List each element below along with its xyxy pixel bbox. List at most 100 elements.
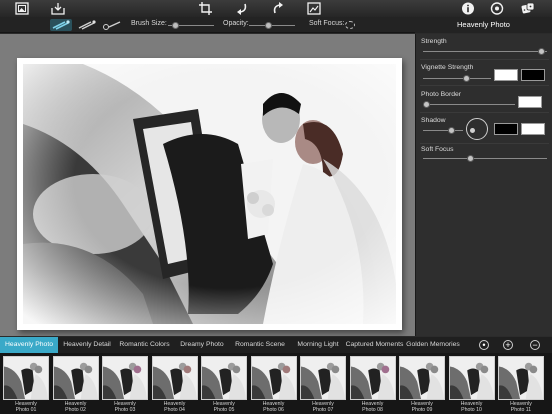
preset-thumbnail[interactable]: Heavenly Photo 04 <box>151 356 198 414</box>
settings-icon[interactable] <box>490 2 504 15</box>
panel-divider <box>420 112 549 113</box>
crop-icon[interactable] <box>199 2 213 15</box>
preset-thumbnail-image <box>201 356 247 400</box>
preset-thumbnail-image <box>151 356 198 400</box>
preset-thumbnail-label: Heavenly Photo 08 <box>350 401 396 413</box>
edited-photo[interactable] <box>23 64 396 324</box>
brush-size-label: Brush Size: <box>131 20 167 27</box>
preset-thumbnail-strip: Heavenly Photo 01 Heavenly Photo 02 Heavenly… <box>0 353 552 414</box>
preset-thumbnail-label: Heavenly Photo 04 <box>152 401 198 413</box>
tab-golden-memories[interactable]: Golden Memories <box>405 337 461 353</box>
brush-size-slider[interactable] <box>168 22 214 29</box>
photo-border-slider-knob[interactable] <box>423 101 430 108</box>
soft-focus-brush-icon[interactable] <box>345 21 355 29</box>
strength-slider-knob[interactable] <box>537 48 545 55</box>
photo-frame <box>17 58 402 330</box>
soft-focus-slider[interactable] <box>423 155 547 162</box>
tab-dreamy-photo[interactable]: Dreamy Photo <box>176 337 228 353</box>
photo-border-slider[interactable] <box>423 101 515 108</box>
undo-icon[interactable] <box>235 2 249 15</box>
brush-soft-icon[interactable] <box>102 19 124 31</box>
top-toolbar <box>0 0 552 17</box>
tab-captured-moments[interactable]: Captured Moments <box>345 337 404 353</box>
preset-thumbnail-label-line2: Photo 10 <box>461 407 482 413</box>
shadow-color-swatch-white[interactable] <box>521 123 545 135</box>
preset-category-tabs: Heavenly Photo Heavenly Detail Romantic … <box>0 337 552 353</box>
brush-erase-icon[interactable] <box>76 19 98 31</box>
brush-size-slider-knob[interactable] <box>171 22 179 29</box>
panel-divider <box>420 59 549 60</box>
preset-thumbnail[interactable]: Heavenly Photo 09 <box>399 356 445 414</box>
preset-thumbnail-label-line2: Photo 07 <box>312 407 334 413</box>
remove-preset-icon[interactable]: − <box>530 340 540 350</box>
redo-icon[interactable] <box>271 2 285 15</box>
preset-thumbnail[interactable]: Heavenly Photo 07 <box>300 356 346 414</box>
preset-thumbnail-label-line2: Photo 05 <box>213 407 235 413</box>
preset-thumbnail-label-line2: Photo 09 <box>411 407 433 413</box>
preset-thumbnail-image <box>300 356 346 400</box>
tab-morning-light[interactable]: Morning Light <box>293 337 343 353</box>
preset-thumbnail-label-line2: Photo 03 <box>114 407 136 413</box>
tab-heavenly-photo[interactable]: Heavenly Photo <box>0 337 58 353</box>
opacity-slider-knob[interactable] <box>264 22 272 29</box>
photo-border-label: Photo Border <box>421 91 462 98</box>
preset-thumbnail-image <box>3 356 49 400</box>
preset-thumbnail-label-line2: Photo 04 <box>164 407 185 413</box>
editing-canvas[interactable] <box>0 34 415 336</box>
panel-divider <box>420 85 549 86</box>
preset-thumbnail-label: Heavenly Photo 06 <box>251 401 297 413</box>
tab-romantic-scene[interactable]: Romantic Scene <box>231 337 289 353</box>
tab-heavenly-detail[interactable]: Heavenly Detail <box>59 337 115 353</box>
preset-thumbnail-image <box>448 356 495 400</box>
preset-options-icon[interactable]: • <box>479 340 489 350</box>
preset-thumbnail-image <box>498 356 544 400</box>
preset-thumbnail-label-line2: Photo 02 <box>65 407 86 413</box>
preset-thumbnail[interactable]: Heavenly Photo 11 <box>498 356 544 414</box>
strength-slider[interactable] <box>423 48 547 55</box>
preset-thumbnail[interactable]: Heavenly Photo 10 <box>448 356 495 414</box>
photo-border-color-swatch[interactable] <box>518 96 542 108</box>
adjustments-panel: Strength Vignette Strength Photo Border … <box>415 34 552 336</box>
photo-library-icon[interactable] <box>15 2 29 15</box>
vignette-color-swatch-white[interactable] <box>494 69 518 81</box>
shadow-color-swatch-black[interactable] <box>494 123 518 135</box>
preset-thumbnail-image <box>52 356 99 400</box>
preset-thumbnail-label-line2: Photo 08 <box>362 407 383 413</box>
opacity-label: Opacity: <box>223 20 249 27</box>
panel-header: Heavenly Photo <box>415 17 552 33</box>
soft-focus-label: Soft Focus: <box>309 20 345 27</box>
preset-thumbnail[interactable]: Heavenly Photo 05 <box>201 356 247 414</box>
tab-romantic-colors[interactable]: Romantic Colors <box>116 337 173 353</box>
add-preset-icon[interactable]: + <box>503 340 513 350</box>
preset-thumbnail[interactable]: Heavenly Photo 08 <box>349 356 396 414</box>
shadow-direction-dial[interactable] <box>466 118 488 140</box>
preset-thumbnail-image <box>250 356 297 400</box>
compare-icon[interactable] <box>307 2 321 15</box>
soft-focus-panel-label: Soft Focus <box>421 146 454 153</box>
preset-thumbnail-label-line2: Photo 11 <box>510 407 532 413</box>
preset-thumbnail[interactable]: Heavenly Photo 01 <box>3 356 49 414</box>
share-tray-icon[interactable] <box>51 2 65 15</box>
soft-focus-slider-knob[interactable] <box>467 155 475 162</box>
shadow-slider[interactable] <box>423 127 463 134</box>
info-icon[interactable] <box>461 2 475 15</box>
random-icon[interactable] <box>521 2 535 15</box>
preset-thumbnail[interactable]: Heavenly Photo 02 <box>52 356 99 414</box>
preset-thumbnail[interactable]: Heavenly Photo 03 <box>102 356 148 414</box>
vignette-slider-knob[interactable] <box>462 75 470 82</box>
vignette-strength-slider[interactable] <box>423 75 491 82</box>
panel-title: Heavenly Photo <box>457 20 510 29</box>
shadow-label: Shadow <box>421 117 446 124</box>
brush-toolbar: Brush Size: Opacity: Soft Focus: <box>0 17 415 33</box>
preset-thumbnail-image <box>349 356 396 400</box>
shadow-slider-knob[interactable] <box>447 127 455 134</box>
brush-paint-icon[interactable] <box>50 19 72 31</box>
panel-divider <box>420 143 549 144</box>
preset-thumbnail-label: Heavenly Photo 09 <box>399 401 445 413</box>
vignette-strength-label: Vignette Strength <box>421 64 474 71</box>
vignette-color-swatch-black[interactable] <box>521 69 545 81</box>
opacity-slider[interactable] <box>249 22 295 29</box>
preset-thumbnail-label: Heavenly Photo 01 <box>3 401 49 413</box>
preset-thumbnail-label: Heavenly Photo 05 <box>201 401 247 413</box>
preset-thumbnail[interactable]: Heavenly Photo 06 <box>250 356 297 414</box>
